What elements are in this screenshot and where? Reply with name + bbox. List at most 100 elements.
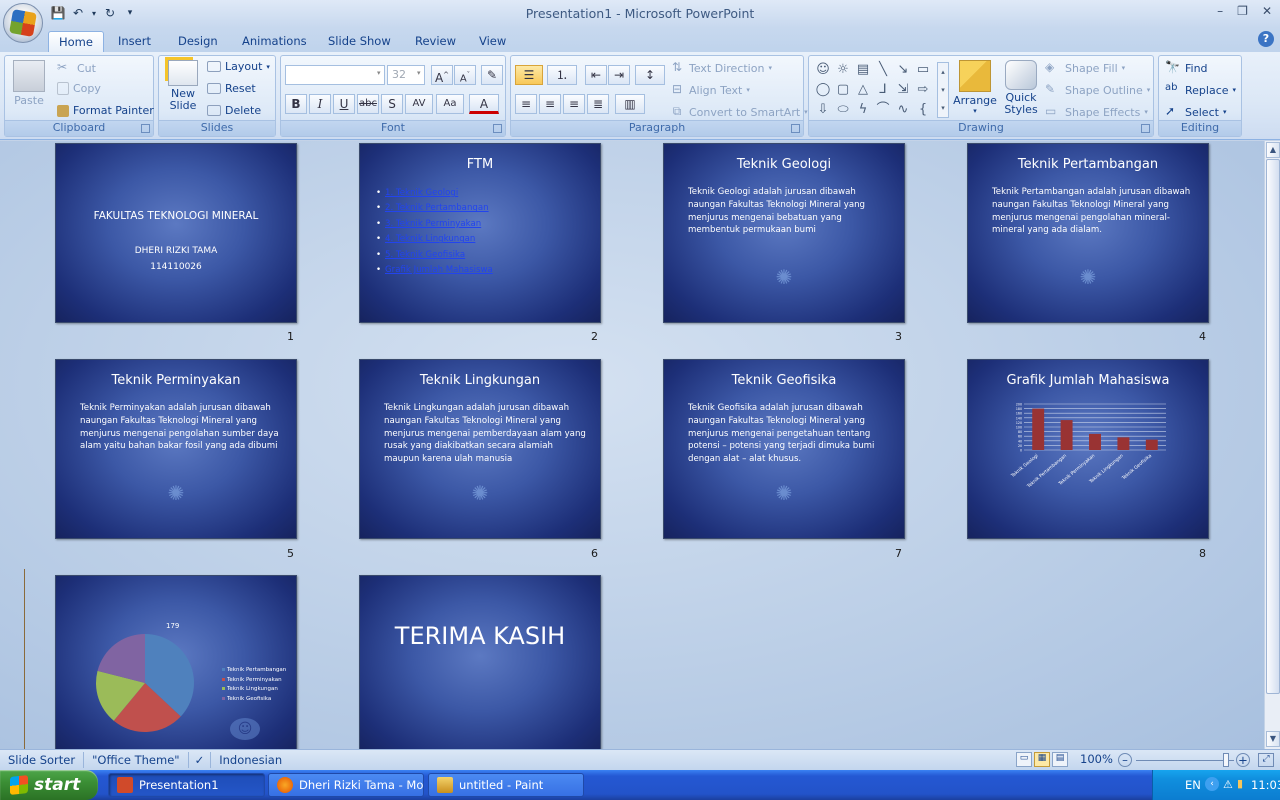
select-button[interactable]: ➚ Select ▾ [1165,104,1226,120]
volume-icon[interactable]: ▮ [1237,777,1243,790]
drawing-launcher-icon[interactable] [1141,124,1150,133]
format-painter-button[interactable]: Format Painter [57,104,154,117]
find-button[interactable]: 🔭 Find [1165,60,1208,76]
close-icon[interactable]: ✕ [1262,4,1272,18]
taskbar-item-firefox[interactable]: Dheri Rizki Tama - Mo... [268,773,424,797]
paste-button[interactable]: Paste [11,60,47,107]
start-button[interactable]: start [0,770,98,800]
flowchart-shape-icon[interactable]: ⬭ [835,102,851,118]
copy-button[interactable]: Copy [57,82,101,95]
arrange-button[interactable]: Arrange ▾ [953,60,997,115]
triangle-shape-icon[interactable]: △ [855,82,871,98]
strikethrough-icon[interactable]: abc [357,94,379,114]
language-indicator[interactable]: EN [1185,778,1201,792]
tab-insert[interactable]: Insert [108,31,161,52]
slide-thumbnail[interactable]: FTM 1. Teknik Geologi 2. Teknik Pertamba… [359,143,601,323]
tray-arrow-icon[interactable]: ‹ [1205,777,1219,791]
font-launcher-icon[interactable] [493,124,502,133]
maximize-icon[interactable]: ❐ [1237,4,1248,18]
reset-button[interactable]: Reset [207,82,256,95]
vertical-scrollbar[interactable]: ▲ ▼ [1264,141,1280,749]
clock[interactable]: 11:03 [1251,778,1280,792]
fit-window-icon[interactable]: ⤢ [1258,753,1274,767]
normal-view-icon[interactable]: ▭ [1016,752,1032,767]
shape-fill-button[interactable]: ◈ Shape Fill ▾ [1045,60,1125,76]
zoom-in-icon[interactable]: + [1236,753,1250,767]
font-name-combo[interactable] [285,65,385,85]
italic-icon[interactable]: I [309,94,331,114]
text-shadow-icon[interactable]: S [381,94,403,114]
slide-thumbnail[interactable]: 179 Teknik Pertambangan Teknik Perminyak… [55,575,297,749]
grow-font-icon[interactable]: A^ [431,65,453,85]
shapes-gallery-scroll[interactable]: ▴ ▾ ▾ [937,62,949,118]
character-spacing-icon[interactable]: AV [405,94,433,114]
rectangle-shape-icon[interactable]: ▭ [915,62,931,78]
line-spacing-icon[interactable]: ↕ [635,65,665,85]
shape-outline-button[interactable]: ✎ Shape Outline ▾ [1045,82,1150,98]
slide-show-view-icon[interactable]: ▤ [1052,752,1068,767]
brace-shape-icon[interactable]: { [915,102,931,118]
slide-thumbnail[interactable]: Teknik Geofisika Teknik Geofisika adalah… [663,359,905,539]
tab-animations[interactable]: Animations [232,31,317,52]
slide-thumbnail[interactable]: Grafik Jumlah Mahasiswa 0 20 40 60 80 100 120 1… [967,359,1209,539]
tab-design[interactable]: Design [168,31,228,52]
shape-effects-button[interactable]: ▭ Shape Effects ▾ [1045,104,1148,120]
zoom-level[interactable]: 100% [1080,752,1113,766]
network-icon[interactable]: ⚠ [1223,778,1233,791]
slide-link[interactable]: 3. Teknik Perminyakan [385,219,481,229]
slide-link[interactable]: 4. Teknik Lingkungan [385,234,475,244]
line-shape-icon[interactable]: ╲ [875,62,891,78]
clipboard-launcher-icon[interactable] [141,124,150,133]
curve-shape-icon[interactable]: ∿ [895,102,911,118]
scroll-thumb[interactable] [1266,159,1280,694]
down-arrow-shape-icon[interactable]: ⇩ [815,102,831,118]
convert-smartart-button[interactable]: ⧉ Convert to SmartArt ▾ [669,104,808,120]
tab-review[interactable]: Review [405,31,466,52]
clear-format-icon[interactable]: ✎ [481,65,503,85]
tab-home[interactable]: Home [48,31,104,52]
smiley-shape-icon[interactable]: ☺ [815,62,831,78]
font-name-dropdown-icon[interactable]: ▾ [377,69,381,77]
justify-icon[interactable]: ≣ [587,94,609,114]
arc-shape-icon[interactable]: ⌒ [875,102,891,118]
right-arrow-shape-icon[interactable]: ⇨ [915,82,931,98]
arrow-line-shape-icon[interactable]: ↘ [895,62,911,78]
align-right-icon[interactable]: ≡ [563,94,585,114]
language-status[interactable]: Indonesian [211,752,290,768]
text-direction-button[interactable]: ⇅ Text Direction ▾ [669,60,772,76]
align-text-button[interactable]: ⊟ Align Text ▾ [669,82,750,98]
oval-shape-icon[interactable]: ◯ [815,82,831,98]
align-center-icon[interactable]: ≡ [539,94,561,114]
columns-icon[interactable]: ▥ [615,94,645,114]
textbox-shape-icon[interactable]: ▤ [855,62,871,78]
align-left-icon[interactable]: ≡ [515,94,537,114]
font-color-icon[interactable]: A [469,94,499,114]
underline-icon[interactable]: U [333,94,355,114]
slide-link[interactable]: Grafik Jumlah Mahasiswa [385,265,493,275]
font-size-dropdown-icon[interactable]: ▾ [417,69,421,77]
minimize-icon[interactable]: – [1217,4,1223,18]
delete-button[interactable]: Delete [207,104,261,117]
taskbar-item-powerpoint[interactable]: Presentation1 [108,773,265,797]
slide-thumbnail[interactable]: TERIMA KASIH [359,575,601,749]
slide-link[interactable]: 1. Teknik Geologi [385,188,458,198]
increase-indent-icon[interactable]: ⇥ [608,65,630,85]
cut-button[interactable]: ✂ Cut [57,60,96,76]
change-case-icon[interactable]: Aa [436,94,464,114]
slide-link[interactable]: 2. Teknik Pertambangan [385,203,489,213]
bold-icon[interactable]: B [285,94,307,114]
scroll-down-icon[interactable]: ▼ [1266,731,1280,747]
slide-thumbnail[interactable]: Teknik Lingkungan Teknik Lingkungan adal… [359,359,601,539]
slide-link[interactable]: 5. Teknik Geofisika [385,250,465,260]
shapes-gallery[interactable]: ☺ ☼ ▤ ╲ ↘ ▭ ◯ ▢ △ ⅃ ⇲ ⇨ ⇩ ⬭ ϟ ⌒ ∿ { [813,60,939,118]
office-button[interactable] [3,3,43,43]
bullets-icon[interactable]: ☰ [515,65,543,85]
replace-button[interactable]: ab Replace ▾ [1165,82,1236,98]
sun-shape-icon[interactable]: ☼ [835,62,851,78]
elbow-arrow-shape-icon[interactable]: ⇲ [895,82,911,98]
slide-thumbnail[interactable]: Teknik Geologi Teknik Geologi adalah jur… [663,143,905,323]
scroll-up-icon[interactable]: ▲ [1266,142,1280,158]
lightning-shape-icon[interactable]: ϟ [855,102,871,118]
slide-thumbnail[interactable]: Teknik Pertambangan Teknik Pertambangan … [967,143,1209,323]
slide-thumbnail[interactable]: Teknik Perminyakan Teknik Perminyakan ad… [55,359,297,539]
